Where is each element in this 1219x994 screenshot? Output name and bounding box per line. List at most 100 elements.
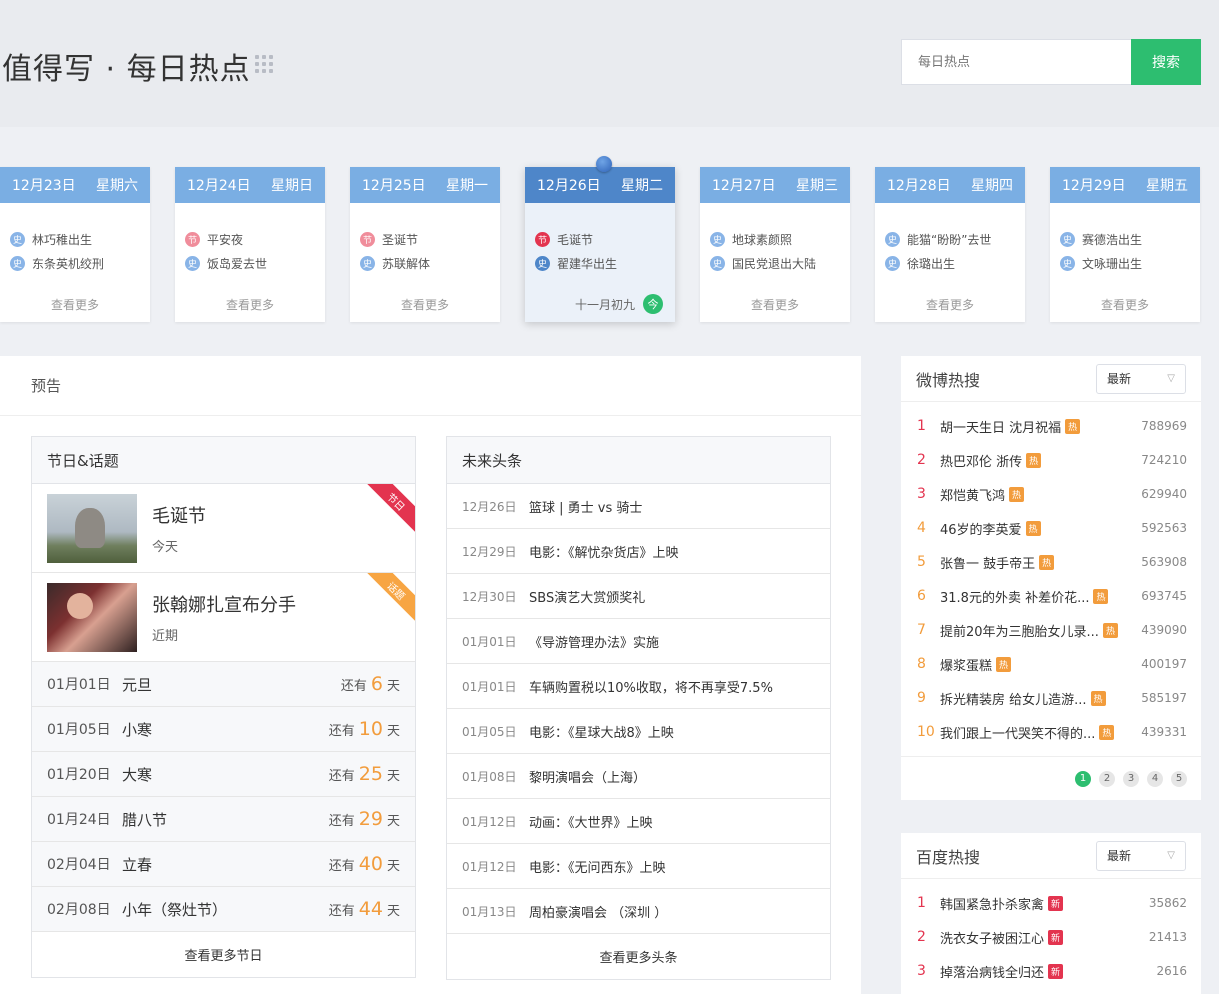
calendar-event[interactable]: 史东条英机绞刑 bbox=[10, 251, 150, 275]
calendar-event[interactable]: 节圣诞节 bbox=[360, 227, 500, 251]
apps-grid-icon[interactable] bbox=[255, 55, 273, 73]
hot-title[interactable]: 掉落治病钱全归还 bbox=[940, 962, 1044, 981]
calendar-event[interactable]: 史徐璐出生 bbox=[885, 251, 1025, 275]
hot-title[interactable]: 我们跟上一代哭笑不得的... bbox=[940, 723, 1095, 742]
hot-search-item[interactable]: 5 张鲁一 鼓手帝王热 563908 bbox=[901, 545, 1201, 579]
holiday-row[interactable]: 02月08日 小年（祭灶节） 还有 44 天 bbox=[32, 887, 415, 932]
topic-thumbnail[interactable] bbox=[47, 493, 137, 563]
hot-title[interactable]: 热巴邓伦 浙传 bbox=[940, 451, 1022, 470]
holiday-row[interactable]: 01月24日 腊八节 还有 29 天 bbox=[32, 797, 415, 842]
hot-search-item[interactable]: 6 31.8元的外卖 补差价花... 热 693745 bbox=[901, 579, 1201, 613]
calendar-event[interactable]: 史文咏珊出生 bbox=[1060, 251, 1200, 275]
hot-title[interactable]: 胡一天生日 沈月祝福 bbox=[940, 417, 1061, 436]
calendar-event-text: 翟建华出生 bbox=[557, 256, 618, 271]
hot-search-item[interactable]: 2 洗衣女子被困江心新 21413 bbox=[901, 920, 1201, 954]
hot-search-item[interactable]: 10 我们跟上一代哭笑不得的... 热 439331 bbox=[901, 715, 1201, 749]
hot-title[interactable]: 31.8元的外卖 补差价花... bbox=[940, 587, 1089, 606]
headline-title[interactable]: 车辆购置税以10%收取，将不再享受7.5% bbox=[529, 677, 773, 696]
page-button-1[interactable]: 1 bbox=[1075, 770, 1091, 787]
headline-row[interactable]: 12月30日 SBS演艺大赏颁奖礼 bbox=[447, 574, 830, 619]
hot-title[interactable]: 爆浆蛋糕 bbox=[940, 655, 992, 674]
calendar-event[interactable]: 史翟建华出生 bbox=[535, 251, 675, 275]
featured-topic[interactable]: 张翰娜扎宣布分手 近期 话题 bbox=[32, 573, 415, 662]
headline-row[interactable]: 12月26日 篮球 | 勇士 vs 骑士 bbox=[447, 484, 830, 529]
search-input[interactable] bbox=[901, 39, 1132, 85]
headline-row[interactable]: 12月29日 电影：《解忧杂货店》上映 bbox=[447, 529, 830, 574]
calendar-event[interactable]: 史林巧稚出生 bbox=[10, 227, 150, 251]
headline-row[interactable]: 01月08日 黎明演唱会（上海） bbox=[447, 754, 830, 799]
hot-search-item[interactable]: 7 提前20年为三胞胎女儿录... 热 439090 bbox=[901, 613, 1201, 647]
topic-thumbnail[interactable] bbox=[47, 582, 137, 652]
headline-title[interactable]: SBS演艺大赏颁奖礼 bbox=[529, 587, 645, 606]
hot-search-item[interactable]: 1 韩国紧急扑杀家禽新 35862 bbox=[901, 886, 1201, 920]
headline-title[interactable]: 《导游管理办法》实施 bbox=[529, 632, 659, 651]
baidu-sort-select[interactable]: 最新 ▽ bbox=[1096, 840, 1186, 871]
page-button-4[interactable]: 4 bbox=[1147, 770, 1163, 787]
headline-title[interactable]: 动画：《大世界》上映 bbox=[529, 812, 653, 831]
holiday-row[interactable]: 02月04日 立春 还有 40 天 bbox=[32, 842, 415, 887]
hot-title[interactable]: 郑恺黄飞鸿 bbox=[940, 485, 1005, 504]
calendar-day-card[interactable]: 12月27日 星期三史地球素颜照史国民党退出大陆 查看更多 bbox=[700, 167, 850, 322]
hot-search-item[interactable]: 8 爆浆蛋糕热 400197 bbox=[901, 647, 1201, 681]
calendar-event[interactable]: 史苏联解体 bbox=[360, 251, 500, 275]
calendar-event[interactable]: 史国民党退出大陆 bbox=[710, 251, 850, 275]
hot-search-item[interactable]: 2 热巴邓伦 浙传热 724210 bbox=[901, 443, 1201, 477]
holiday-row[interactable]: 01月01日 元旦 还有 6 天 bbox=[32, 662, 415, 707]
calendar-more-link[interactable]: 查看更多 bbox=[175, 296, 325, 313]
calendar-event[interactable]: 节平安夜 bbox=[185, 227, 325, 251]
headline-row[interactable]: 01月01日 《导游管理办法》实施 bbox=[447, 619, 830, 664]
headline-title[interactable]: 电影：《星球大战8》上映 bbox=[529, 722, 674, 741]
featured-topic-title[interactable]: 毛诞节 bbox=[152, 502, 206, 528]
hot-title[interactable]: 洗衣女子被困江心 bbox=[940, 928, 1044, 947]
hot-title[interactable]: 提前20年为三胞胎女儿录... bbox=[940, 621, 1099, 640]
calendar-more-link[interactable]: 查看更多 bbox=[875, 296, 1025, 313]
weibo-sort-select[interactable]: 最新 ▽ bbox=[1096, 363, 1186, 394]
calendar-day-card[interactable]: 12月28日 星期四史能猫“盼盼”去世史徐璐出生 查看更多 bbox=[875, 167, 1025, 322]
hot-search-item[interactable]: 4 46岁的李英爱热 592563 bbox=[901, 511, 1201, 545]
headline-title[interactable]: 篮球 | 勇士 vs 骑士 bbox=[529, 497, 642, 516]
page-button-2[interactable]: 2 bbox=[1099, 770, 1115, 787]
calendar-more-link[interactable]: 查看更多 bbox=[700, 296, 850, 313]
hot-title[interactable]: 韩国紧急扑杀家禽 bbox=[940, 894, 1044, 913]
calendar-day-card[interactable]: 12月29日 星期五史赛德浩出生史文咏珊出生 查看更多 bbox=[1050, 167, 1200, 322]
holiday-row[interactable]: 01月20日 大寒 还有 25 天 bbox=[32, 752, 415, 797]
headline-row[interactable]: 01月05日 电影：《星球大战8》上映 bbox=[447, 709, 830, 754]
calendar-more-link[interactable]: 查看更多 bbox=[0, 296, 150, 313]
headline-title[interactable]: 电影：《解忧杂货店》上映 bbox=[529, 542, 679, 561]
headline-title[interactable]: 周柏豪演唱会 （深圳 ） bbox=[529, 902, 667, 921]
headline-row[interactable]: 01月12日 动画：《大世界》上映 bbox=[447, 799, 830, 844]
calendar-more-link[interactable]: 查看更多 bbox=[1050, 296, 1200, 313]
calendar-more-link[interactable]: 查看更多 bbox=[350, 296, 500, 313]
hot-search-item[interactable]: 9 拆光精装房 给女儿造游... 热 585197 bbox=[901, 681, 1201, 715]
featured-topic[interactable]: 毛诞节 今天 节日 bbox=[32, 484, 415, 573]
calendar-day-card[interactable]: 12月24日 星期日节平安夜史饭岛爱去世 查看更多 bbox=[175, 167, 325, 322]
calendar-event[interactable]: 史饭岛爱去世 bbox=[185, 251, 325, 275]
calendar-event[interactable]: 史赛德浩出生 bbox=[1060, 227, 1200, 251]
hot-title[interactable]: 拆光精装房 给女儿造游... bbox=[940, 689, 1087, 708]
calendar-event[interactable]: 节毛诞节 bbox=[535, 227, 675, 251]
calendar-day-card[interactable]: 12月25日 星期一节圣诞节史苏联解体 查看更多 bbox=[350, 167, 500, 322]
calendar-event[interactable]: 史地球素颜照 bbox=[710, 227, 850, 251]
more-headlines-link[interactable]: 查看更多头条 bbox=[447, 934, 830, 979]
hot-search-item[interactable]: 3 郑恺黄飞鸿热 629940 bbox=[901, 477, 1201, 511]
holiday-row[interactable]: 01月05日 小寒 还有 10 天 bbox=[32, 707, 415, 752]
calendar-day-card[interactable]: 12月26日 星期二节毛诞节史翟建华出生 十一月初九今 bbox=[525, 167, 675, 322]
more-holidays-link[interactable]: 查看更多节日 bbox=[32, 932, 415, 977]
page-button-5[interactable]: 5 bbox=[1171, 770, 1187, 787]
featured-topic-title[interactable]: 张翰娜扎宣布分手 bbox=[152, 591, 296, 617]
headline-row[interactable]: 01月12日 电影：《无问西东》上映 bbox=[447, 844, 830, 889]
hot-title[interactable]: 张鲁一 鼓手帝王 bbox=[940, 553, 1035, 572]
calendar-event[interactable]: 史能猫“盼盼”去世 bbox=[885, 227, 1025, 251]
page-button-3[interactable]: 3 bbox=[1123, 770, 1139, 787]
headline-row[interactable]: 01月01日 车辆购置税以10%收取，将不再享受7.5% bbox=[447, 664, 830, 709]
calendar-day-card[interactable]: 12月23日 星期六史林巧稚出生史东条英机绞刑 查看更多 bbox=[0, 167, 150, 322]
search-button[interactable]: 搜索 bbox=[1131, 39, 1201, 85]
hot-title[interactable]: 46岁的李英爱 bbox=[940, 519, 1022, 538]
headline-title[interactable]: 黎明演唱会（上海） bbox=[529, 767, 646, 786]
headline-title[interactable]: 电影：《无问西东》上映 bbox=[529, 857, 666, 876]
headline-row[interactable]: 01月13日 周柏豪演唱会 （深圳 ） bbox=[447, 889, 830, 934]
hot-search-item[interactable]: 1 胡一天生日 沈月祝福热 788969 bbox=[901, 409, 1201, 443]
hot-search-item[interactable]: 3 掉落治病钱全归还新 2616 bbox=[901, 954, 1201, 988]
calendar-date: 12月27日 bbox=[712, 178, 776, 194]
history-tag-icon: 史 bbox=[360, 255, 375, 271]
